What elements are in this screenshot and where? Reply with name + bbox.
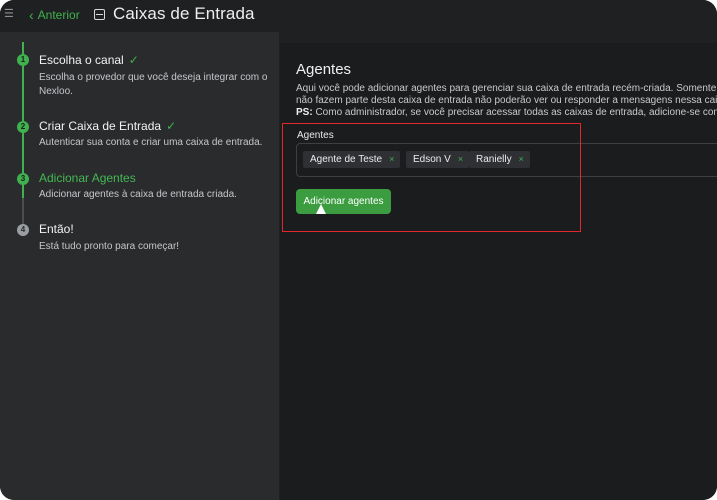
ps-note: PS: Como administrador, se você precisar… [296, 107, 717, 119]
description-line: Aqui você pode adicionar agentes para ge… [296, 83, 717, 94]
step-connector [22, 146, 24, 198]
back-button[interactable]: ‹ Anterior [29, 7, 80, 23]
inbox-icon [94, 8, 105, 20]
ps-text: Como administrador, se você precisar ace… [312, 107, 717, 118]
step-4-title: Então! [39, 222, 74, 236]
step-4-number: 4 [17, 224, 29, 236]
step-1-description: Escolha o provedor que você deseja integ… [39, 72, 268, 97]
step-2-description: Autenticar sua conta e criar uma caixa d… [39, 137, 263, 148]
section-description: Aqui você pode adicionar agentes para ge… [296, 83, 717, 119]
menu-icon[interactable]: ☰ [4, 8, 14, 20]
check-icon: ✓ [166, 119, 177, 133]
top-bar: ☰ ‹ Anterior Caixas de Entrada [0, 0, 717, 32]
steps-sidebar: 1 Escolha o canal ✓ Escolha o provedor q… [0, 32, 279, 500]
step-1-title: Escolha o canal ✓ [39, 53, 139, 67]
step-3-description: Adicionar agentes à caixa de entrada cri… [39, 189, 237, 200]
step-2-title: Criar Caixa de Entrada ✓ [39, 119, 176, 133]
step-1-number: 1 [17, 54, 29, 66]
page-header: Caixas de Entrada [94, 4, 255, 24]
section-title: Agentes [296, 61, 352, 78]
main-content: Agentes Aqui você pode adicionar agentes… [280, 43, 717, 500]
step-title-label: Criar Caixa de Entrada [39, 119, 162, 133]
step-title-label: Escolha o canal [39, 53, 124, 67]
step-4-description: Está tudo pronto para começar! [39, 241, 180, 252]
highlight-annotation [282, 123, 581, 232]
ps-label: PS: [296, 107, 313, 118]
step-3-title: Adicionar Agentes [39, 171, 136, 185]
step-2-number: 2 [17, 121, 29, 133]
page-title: Caixas de Entrada [113, 4, 255, 23]
step-connector [22, 94, 24, 146]
check-icon: ✓ [128, 53, 139, 67]
chevron-left-icon: ‹ [29, 7, 34, 23]
step-connector [22, 42, 24, 94]
back-label: Anterior [37, 8, 80, 22]
step-3-number: 3 [17, 173, 29, 185]
app-window: ☰ ‹ Anterior Caixas de Entrada 1 Escolha… [0, 0, 717, 500]
description-line: não fazem parte desta caixa de entrada n… [296, 95, 717, 106]
